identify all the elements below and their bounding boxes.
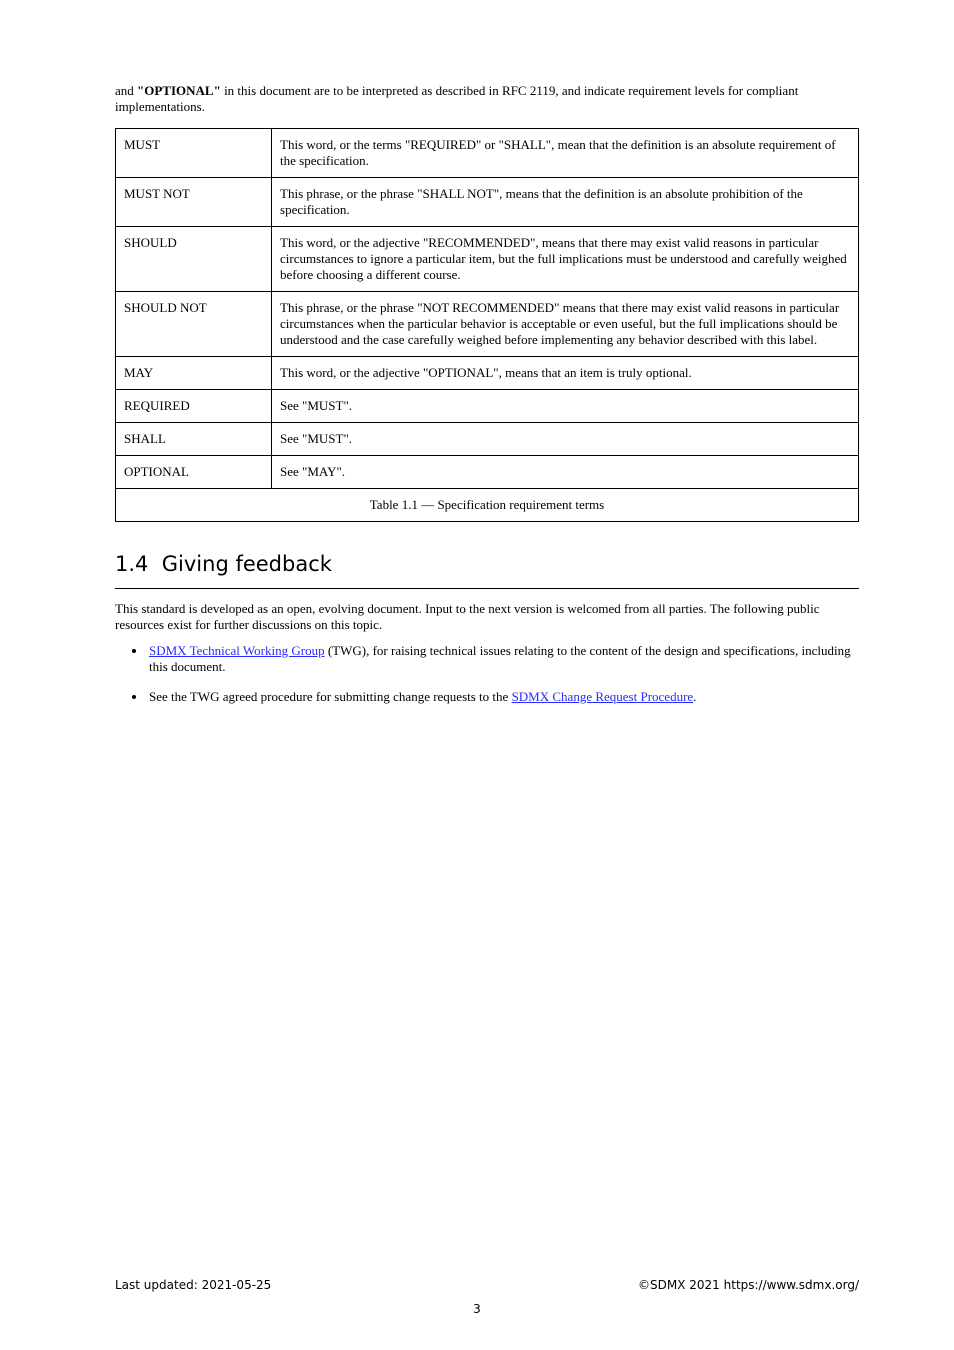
li2-pre: See the TWG agreed procedure for submitt… — [149, 689, 512, 704]
term-cell: OPTIONAL — [116, 456, 272, 489]
term-cell: SHALL — [116, 423, 272, 456]
section-rule — [115, 588, 859, 589]
intro-bold: "OPTIONAL" — [137, 83, 221, 98]
table-row: MUST This word, or the terms "REQUIRED" … — [116, 129, 859, 178]
table-row: SHOULD This word, or the adjective "RECO… — [116, 227, 859, 292]
desc-cell: See "MAY". — [272, 456, 859, 489]
section-title-text: Giving feedback — [162, 552, 332, 576]
table-row: REQUIRED See "MUST". — [116, 390, 859, 423]
desc-cell: This word, or the adjective "RECOMMENDED… — [272, 227, 859, 292]
table-row: MAY This word, or the adjective "OPTIONA… — [116, 357, 859, 390]
page-footer: Last updated: 2021-05-25 ©SDMX 2021 http… — [115, 1278, 859, 1292]
footer-copyright: ©SDMX 2021 https://www.sdmx.org/ — [638, 1278, 859, 1292]
page-number: 3 — [0, 1302, 954, 1316]
table-row: SHOULD NOT This phrase, or the phrase "N… — [116, 292, 859, 357]
table-row: SHALL See "MUST". — [116, 423, 859, 456]
requirements-table: MUST This word, or the terms "REQUIRED" … — [115, 128, 859, 522]
term-cell: SHOULD NOT — [116, 292, 272, 357]
feedback-list: SDMX Technical Working Group (TWG), for … — [147, 643, 859, 705]
intro-paragraph: and "OPTIONAL" in this document are to b… — [115, 83, 859, 115]
desc-cell: This word, or the adjective "OPTIONAL", … — [272, 357, 859, 390]
table-caption: Table 1.1 — Specification requirement te… — [116, 489, 859, 522]
term-cell: MUST NOT — [116, 178, 272, 227]
footer-updated: Last updated: 2021-05-25 — [115, 1278, 271, 1292]
table-row: OPTIONAL See "MAY". — [116, 456, 859, 489]
term-cell: MAY — [116, 357, 272, 390]
desc-cell: This word, or the terms "REQUIRED" or "S… — [272, 129, 859, 178]
list-item: SDMX Technical Working Group (TWG), for … — [147, 643, 859, 675]
list-item: See the TWG agreed procedure for submitt… — [147, 689, 859, 705]
table-caption-row: Table 1.1 — Specification requirement te… — [116, 489, 859, 522]
change-request-link[interactable]: SDMX Change Request Procedure — [512, 689, 694, 704]
twg-link[interactable]: SDMX Technical Working Group — [149, 643, 325, 658]
feedback-intro: This standard is developed as an open, e… — [115, 601, 859, 633]
desc-cell: This phrase, or the phrase "NOT RECOMMEN… — [272, 292, 859, 357]
term-cell: SHOULD — [116, 227, 272, 292]
intro-prefix: and — [115, 83, 137, 98]
desc-cell: This phrase, or the phrase "SHALL NOT", … — [272, 178, 859, 227]
term-cell: REQUIRED — [116, 390, 272, 423]
section-number: 1.4 — [115, 552, 148, 576]
desc-cell: See "MUST". — [272, 423, 859, 456]
section-heading: 1.4 Giving feedback — [115, 552, 859, 576]
desc-cell: See "MUST". — [272, 390, 859, 423]
li2-post: . — [693, 689, 696, 704]
term-cell: MUST — [116, 129, 272, 178]
table-row: MUST NOT This phrase, or the phrase "SHA… — [116, 178, 859, 227]
